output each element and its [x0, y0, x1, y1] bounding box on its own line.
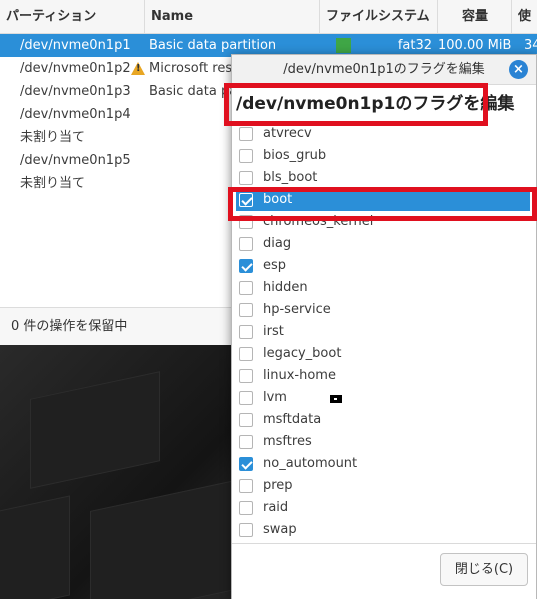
warning-icon	[131, 62, 145, 75]
flag-row-legacy-boot[interactable]: legacy_boot	[232, 343, 536, 365]
flag-checkbox[interactable]	[239, 457, 253, 471]
flag-row-prep[interactable]: prep	[232, 475, 536, 497]
flag-checkbox[interactable]	[239, 149, 253, 163]
flag-checkbox[interactable]	[239, 237, 253, 251]
dialog-heading: /dev/nvme0n1p1のフラグを編集	[236, 94, 515, 114]
flag-label: hp-service	[263, 302, 331, 317]
flag-row-msftres[interactable]: msftres	[232, 431, 536, 453]
mouse-cursor-icon	[330, 395, 342, 403]
close-button[interactable]: 閉じる(C)	[440, 553, 528, 586]
flag-label: msftdata	[263, 412, 322, 427]
table-header: パーティション Name ファイルシステム 容量 使	[0, 0, 537, 34]
header-partition[interactable]: パーティション	[0, 0, 145, 34]
flag-label: boot	[263, 192, 293, 207]
partition-cell: /dev/nvme0n1p4	[20, 107, 131, 122]
flag-checkbox[interactable]	[239, 501, 253, 515]
background-tile	[90, 479, 240, 599]
filesystem-color-swatch	[336, 38, 351, 53]
flag-row-linux-home[interactable]: linux-home	[232, 365, 536, 387]
flag-label: atvrecv	[263, 126, 312, 141]
header-name[interactable]: Name	[145, 0, 320, 34]
flag-row-hp-service[interactable]: hp-service	[232, 299, 536, 321]
flag-label: legacy_boot	[263, 346, 342, 361]
flag-label: linux-home	[263, 368, 336, 383]
flag-row-msftdata[interactable]: msftdata	[232, 409, 536, 431]
edit-flags-dialog: /dev/nvme0n1p1のフラグを編集 × /dev/nvme0n1p1のフ…	[231, 54, 537, 599]
flag-row-diag[interactable]: diag	[232, 233, 536, 255]
flag-label: swap	[263, 522, 297, 537]
flag-checkbox[interactable]	[239, 215, 253, 229]
flag-row-chromeos-kernel[interactable]: chromeos_kernel	[232, 211, 536, 233]
flag-checkbox[interactable]	[239, 171, 253, 185]
flag-row-bios-grub[interactable]: bios_grub	[232, 145, 536, 167]
flag-label: irst	[263, 324, 284, 339]
flag-label: diag	[263, 236, 292, 251]
flag-checkbox[interactable]	[239, 303, 253, 317]
flag-label: esp	[263, 258, 287, 273]
flag-row-no-automount[interactable]: no_automount	[232, 453, 536, 475]
header-filesystem[interactable]: ファイルシステム	[320, 0, 438, 34]
flag-label: bls_boot	[263, 170, 318, 185]
partition-cell: /dev/nvme0n1p3	[20, 84, 131, 99]
flag-checkbox[interactable]	[239, 435, 253, 449]
flag-row-irst[interactable]: irst	[232, 321, 536, 343]
flag-label: raid	[263, 500, 289, 515]
flag-row-boot[interactable]: boot	[236, 189, 530, 211]
partition-cell: 未割り当て	[20, 130, 86, 145]
flag-checkbox[interactable]	[239, 193, 253, 207]
flag-label: msftres	[263, 434, 312, 449]
flag-checkbox[interactable]	[239, 127, 253, 141]
flag-row-esp[interactable]: esp	[232, 255, 536, 277]
partition-cell: 未割り当て	[20, 176, 86, 191]
flag-label: no_automount	[263, 456, 358, 471]
flag-row-bls-boot[interactable]: bls_boot	[232, 167, 536, 189]
flag-label: prep	[263, 478, 293, 493]
close-icon[interactable]: ×	[509, 60, 528, 79]
flag-checkbox[interactable]	[239, 281, 253, 295]
partition-cell: /dev/nvme0n1p2	[20, 61, 131, 76]
header-size[interactable]: 容量	[438, 0, 512, 34]
dialog-titlebar: /dev/nvme0n1p1のフラグを編集 ×	[232, 55, 536, 85]
flag-checkbox[interactable]	[239, 413, 253, 427]
background-tile	[0, 495, 70, 599]
partition-cell: /dev/nvme0n1p5	[20, 153, 131, 168]
flag-checkbox[interactable]	[239, 523, 253, 537]
flag-label: bios_grub	[263, 148, 327, 163]
flag-checkbox[interactable]	[239, 391, 253, 405]
flag-row-raid[interactable]: raid	[232, 497, 536, 519]
flag-checkbox[interactable]	[239, 369, 253, 383]
flag-checkbox[interactable]	[239, 347, 253, 361]
flag-label: chromeos_kernel	[263, 214, 374, 229]
flag-row-atvrecv[interactable]: atvrecv	[232, 123, 536, 145]
flag-checkbox[interactable]	[239, 325, 253, 339]
flag-checkbox[interactable]	[239, 479, 253, 493]
header-used[interactable]: 使	[512, 0, 537, 34]
flag-row-swap[interactable]: swap	[232, 519, 536, 541]
flag-label: lvm	[263, 390, 287, 405]
partition-cell: /dev/nvme0n1p1	[20, 38, 131, 53]
flag-label: hidden	[263, 280, 308, 295]
flag-row-lvm[interactable]: lvm	[232, 387, 536, 409]
background-tile	[30, 371, 160, 489]
flag-row-hidden[interactable]: hidden	[232, 277, 536, 299]
dialog-footer: 閉じる(C)	[232, 543, 536, 599]
dialog-title: /dev/nvme0n1p1のフラグを編集	[283, 62, 485, 77]
flag-checkbox[interactable]	[239, 259, 253, 273]
